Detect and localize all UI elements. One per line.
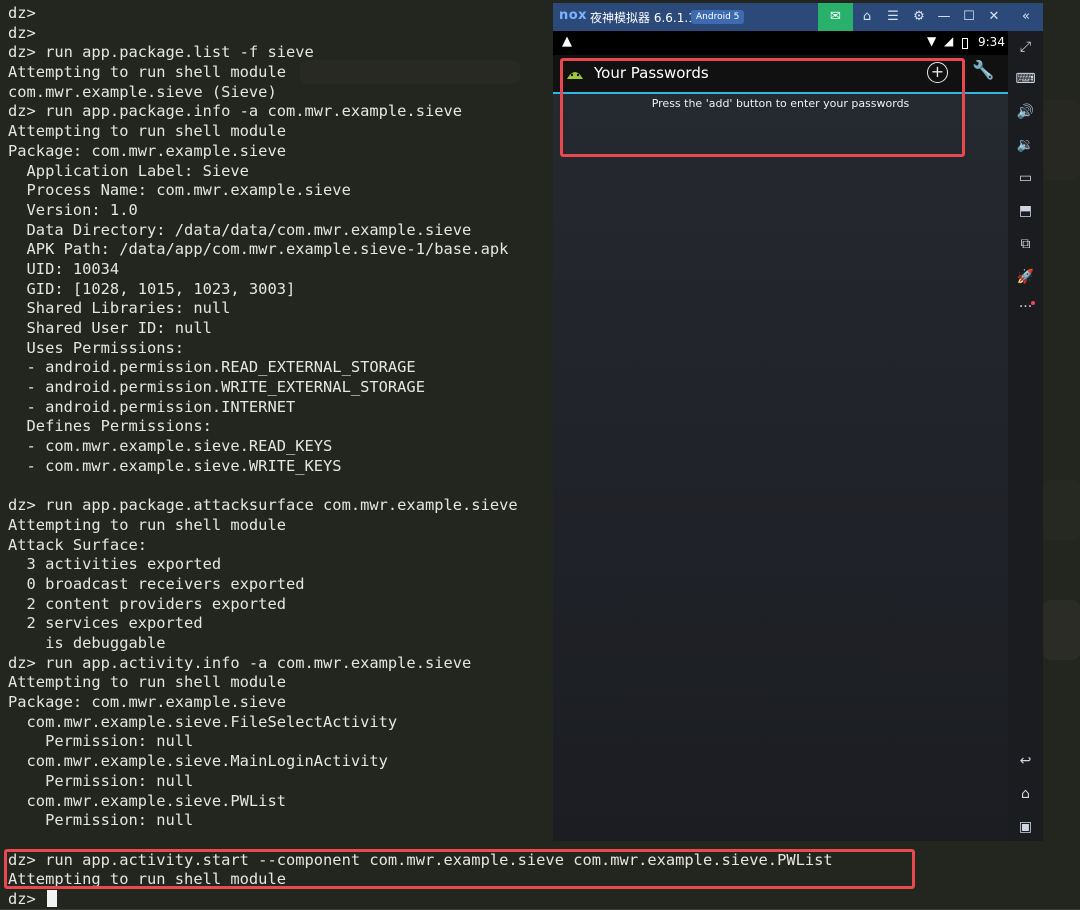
- gear-icon[interactable]: ⚙: [906, 3, 932, 31]
- status-time: 9:34: [978, 35, 1005, 49]
- menu-icon[interactable]: ☰: [880, 3, 906, 31]
- close-icon[interactable]: ✕: [981, 3, 1007, 31]
- volume-up-icon[interactable]: 🔊: [1008, 104, 1043, 120]
- highlight-box-app: [560, 58, 965, 157]
- more-icon[interactable]: ···: [1008, 299, 1043, 315]
- maximize-icon[interactable]: ☐: [956, 3, 982, 31]
- back-icon[interactable]: ↩: [1008, 753, 1043, 769]
- message-icon[interactable]: ✉: [818, 3, 853, 31]
- wrench-icon[interactable]: 🔧: [972, 60, 994, 81]
- terminal-cursor: [47, 890, 57, 907]
- emulator-titlebar[interactable]: nox 夜神模拟器 6.6.1.1 Android 5 ✉ ⌂ ☰ ⚙ — ☐ …: [553, 3, 1043, 31]
- battery-icon: [962, 38, 968, 49]
- fullscreen-icon[interactable]: ⤢: [1008, 39, 1043, 55]
- multi-instance-icon[interactable]: ⧉: [1008, 236, 1043, 252]
- volume-down-icon[interactable]: 🔉: [1008, 137, 1043, 153]
- highlight-box-command: [4, 849, 915, 889]
- terminal-line: dz>: [8, 889, 46, 908]
- signal-icon: ◢: [944, 34, 954, 48]
- warning-icon: ▲: [562, 34, 572, 49]
- notification-dot: [1031, 301, 1035, 305]
- recents-icon[interactable]: ▣: [1008, 819, 1043, 835]
- emulator-title: 夜神模拟器 6.6.1.1: [590, 11, 696, 25]
- minimize-icon[interactable]: —: [931, 3, 957, 31]
- nox-logo: nox: [559, 8, 588, 23]
- emulator-sidebar: ⤢ ⌨ 🔊 🔉 ▭ ⬒ ⧉ 🚀 ··· ↩ ⌂ ▣: [1008, 31, 1043, 841]
- keyboard-icon[interactable]: ⌨: [1008, 71, 1043, 87]
- android-status-bar: ▲ ▼ ◢ 9:34: [553, 31, 1008, 55]
- rocket-icon[interactable]: 🚀: [1008, 269, 1043, 285]
- wifi-icon: ▼: [927, 34, 937, 48]
- screen-icon[interactable]: ▭: [1008, 170, 1043, 186]
- android-version-badge: Android 5: [691, 10, 745, 24]
- apk-install-icon[interactable]: ⬒: [1008, 203, 1043, 219]
- shirt-icon[interactable]: ⌂: [854, 3, 880, 31]
- collapse-icon[interactable]: «: [1013, 3, 1039, 31]
- home-icon[interactable]: ⌂: [1008, 786, 1043, 802]
